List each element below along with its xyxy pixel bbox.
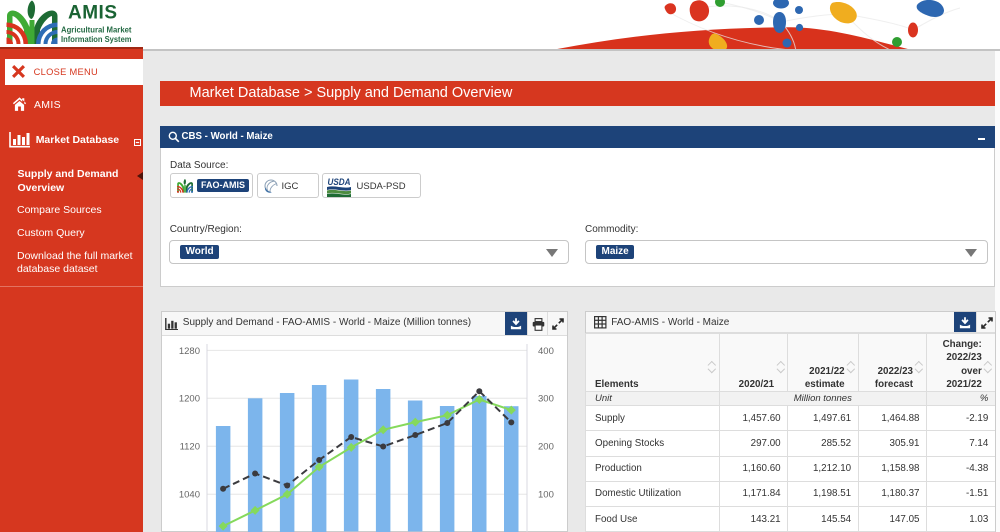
- svg-text:AMIS: AMIS: [68, 3, 118, 24]
- svg-text:1280: 1280: [178, 346, 199, 357]
- svg-text:400: 400: [538, 346, 554, 357]
- svg-text:Information System: Information System: [61, 34, 132, 44]
- svg-text:300: 300: [538, 394, 554, 405]
- svg-text:200: 200: [538, 442, 554, 453]
- svg-text:1200: 1200: [178, 394, 199, 405]
- svg-text:USDA: USDA: [328, 177, 351, 187]
- svg-text:100: 100: [538, 490, 554, 501]
- svg-text:1120: 1120: [179, 442, 199, 453]
- svg-text:Agricultural Market: Agricultural Market: [61, 25, 132, 35]
- svg-text:1040: 1040: [178, 490, 199, 501]
